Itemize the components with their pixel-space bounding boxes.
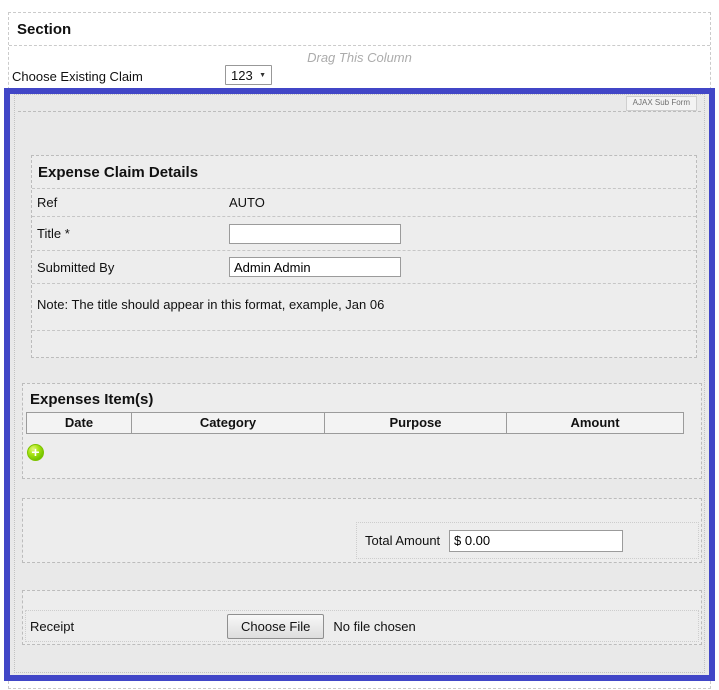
expense-details-heading: Expense Claim Details: [32, 156, 696, 189]
ajax-subform-tab: AJAX Sub Form: [626, 96, 697, 111]
receipt-fieldset: Receipt Choose File No file chosen: [22, 590, 702, 645]
column-header-purpose: Purpose: [324, 412, 507, 434]
receipt-file-input: Choose File No file chosen: [227, 614, 416, 639]
plus-icon: +: [31, 445, 39, 460]
drag-column-hint: Drag This Column: [9, 50, 710, 65]
total-amount-input[interactable]: [449, 530, 623, 552]
ref-row: Ref AUTO: [32, 189, 696, 217]
submitted-by-row: Submitted By: [32, 251, 696, 284]
items-table-header: Date Category Purpose Amount: [26, 412, 686, 434]
ref-value: AUTO: [229, 195, 265, 210]
submitted-by-input[interactable]: [229, 257, 401, 277]
ajax-subform: AJAX Sub Form Expense Claim Details Ref …: [4, 88, 715, 681]
total-amount-label: Total Amount: [357, 533, 449, 548]
choose-claim-label: Choose Existing Claim: [12, 69, 143, 84]
subform-top-divider: [18, 111, 701, 112]
claim-select-value: 123: [231, 68, 253, 83]
total-amount-row: Total Amount: [356, 522, 699, 559]
column-header-date: Date: [26, 412, 132, 434]
note-text: Note: The title should appear in this fo…: [37, 297, 384, 312]
submitted-by-label: Submitted By: [32, 260, 229, 275]
total-amount-fieldset: Total Amount: [22, 498, 702, 563]
expense-items-fieldset: Expenses Item(s) Date Category Purpose A…: [22, 383, 702, 479]
section-header[interactable]: Section: [9, 13, 710, 46]
section-title: Section: [17, 21, 71, 38]
choose-file-button[interactable]: Choose File: [227, 614, 324, 639]
expense-details-fieldset: Expense Claim Details Ref AUTO Title * S…: [31, 155, 697, 358]
expense-items-heading: Expenses Item(s): [23, 384, 701, 412]
column-header-amount: Amount: [506, 412, 684, 434]
title-row: Title *: [32, 217, 696, 251]
chevron-down-icon: ▼: [259, 71, 266, 79]
receipt-row: Receipt Choose File No file chosen: [25, 610, 699, 642]
title-input[interactable]: [229, 224, 401, 244]
add-expense-item-button[interactable]: +: [27, 444, 44, 461]
file-status-text: No file chosen: [333, 619, 415, 634]
receipt-label: Receipt: [26, 619, 227, 634]
column-header-category: Category: [131, 412, 325, 434]
title-label: Title *: [32, 226, 229, 241]
claim-select[interactable]: 123 ▼: [225, 65, 272, 85]
ref-label: Ref: [32, 195, 229, 210]
note-row: Note: The title should appear in this fo…: [32, 284, 696, 331]
